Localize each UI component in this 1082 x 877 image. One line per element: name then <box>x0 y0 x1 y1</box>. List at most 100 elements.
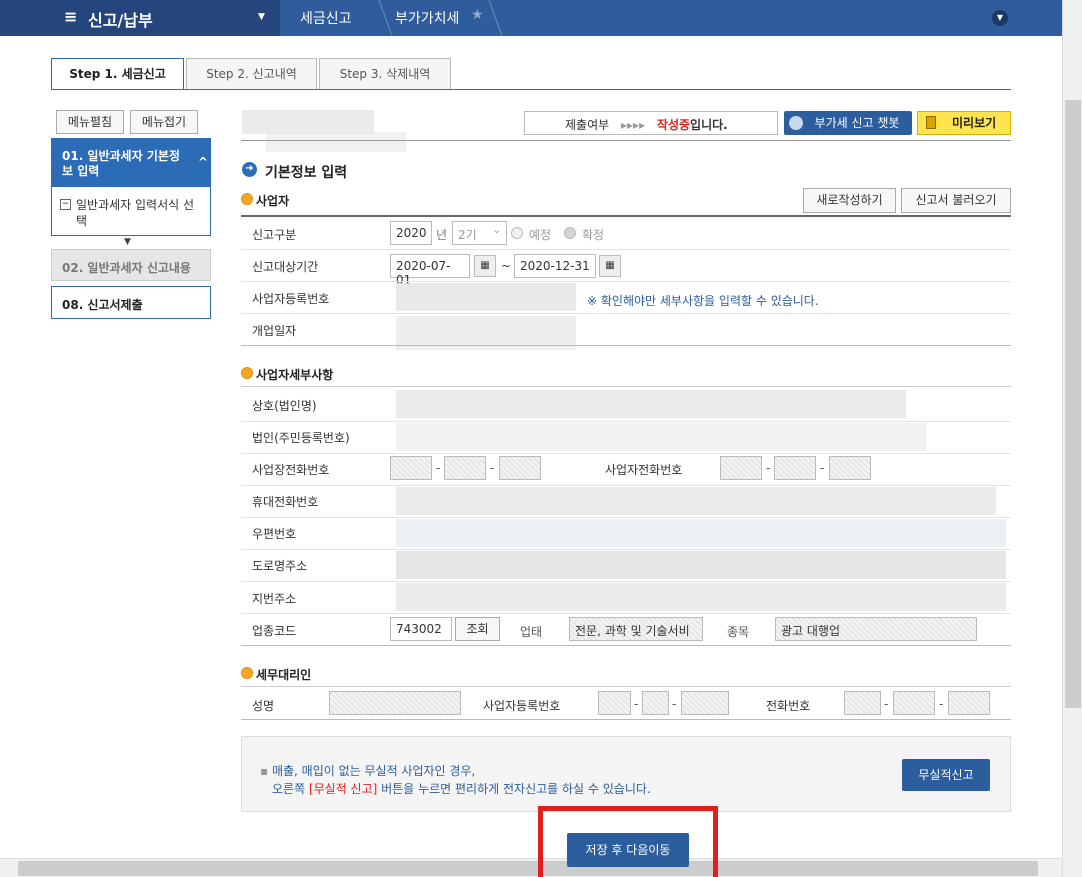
collapse-box-icon[interactable]: − <box>60 199 71 210</box>
label-open-date: 개업일자 <box>252 324 297 338</box>
expand-menu-button[interactable]: 메뉴펼침 <box>56 110 124 134</box>
biz-phone-3[interactable] <box>499 456 541 480</box>
blurred-zip <box>396 519 1006 547</box>
label-lot-address: 지번주소 <box>252 592 297 606</box>
row-divider <box>241 613 1011 614</box>
row-divider <box>241 421 1011 422</box>
tab-step1[interactable]: Step 1. 세금신고 <box>51 58 184 90</box>
start-date-input[interactable]: 2020-07-01 <box>390 254 470 287</box>
section-title-basic-info: 기본정보 입력 <box>265 165 348 181</box>
year-input[interactable]: 2020 <box>390 221 432 245</box>
preview-button[interactable]: 미리보기 <box>917 111 1011 135</box>
table-top-border <box>241 386 1011 387</box>
radio-expected[interactable] <box>511 227 523 239</box>
sidebar-item-submit[interactable]: 08. 신고서제출 <box>51 286 211 319</box>
row-divider <box>241 645 1011 646</box>
row-divider <box>241 581 1011 582</box>
load-report-button[interactable]: 신고서 불러오기 <box>901 188 1011 213</box>
sidebar-item-report-content[interactable]: 02. 일반과세자 신고내용 <box>51 249 211 281</box>
highlight-box <box>538 806 718 877</box>
nonactive-notice-box: ▪ 매출, 매입이 없는 무실적 사업자인 경우, 오른쪽 [무실적 신고] 버… <box>241 736 1011 812</box>
dash: - <box>939 697 944 711</box>
main-menu-label: 신고/납부 <box>88 11 153 30</box>
tab-step2[interactable]: Step 2. 신고내역 <box>186 58 317 90</box>
dash: - <box>672 697 677 711</box>
vertical-scrollbar[interactable] <box>1062 0 1082 877</box>
table-top-border <box>241 686 1011 687</box>
owner-phone-1[interactable] <box>720 456 762 480</box>
notice-text: ※ 확인해야만 세부사항을 입력할 수 있습니다. <box>587 294 819 308</box>
sidebar-item-basic-info[interactable]: 01. 일반과세자 기본정보 입력 <box>52 139 210 187</box>
owner-phone-3[interactable] <box>829 456 871 480</box>
blurred-company <box>396 390 906 418</box>
blurred-user-info <box>266 132 406 152</box>
vat-chatbot-button[interactable]: 부가세 신고 챗봇 <box>784 111 912 135</box>
scrollbar-thumb[interactable] <box>18 861 1038 876</box>
lookup-button[interactable]: 조회 <box>455 617 500 641</box>
section-tax-agent: 세무대리인 <box>256 668 312 682</box>
tab-step3[interactable]: Step 3. 삭제내역 <box>319 58 451 90</box>
period-select[interactable]: 2기 ⌄ <box>452 221 507 245</box>
agent-name-input[interactable] <box>329 691 461 715</box>
sector-field: 전문, 과학 및 기술서비 <box>569 617 703 641</box>
date-separator: ~ <box>501 259 512 273</box>
radio-confirmed[interactable] <box>564 227 576 239</box>
year-unit: 년 <box>436 228 448 242</box>
arrow-right-icon: ➜ <box>242 162 257 177</box>
chatbot-icon <box>789 116 803 130</box>
label-corp-id: 법인(주민등록번호) <box>252 431 350 445</box>
end-date-input[interactable]: 2020-12-31 <box>514 254 596 278</box>
row-divider <box>241 345 1011 346</box>
chevron-up-icon[interactable]: ^ <box>198 155 208 169</box>
horizontal-scrollbar[interactable] <box>0 858 1062 877</box>
scrollbar-thumb[interactable] <box>1065 100 1081 708</box>
dash: - <box>766 461 771 475</box>
breadcrumb-vat[interactable]: 부가가치세 <box>395 8 459 28</box>
breadcrumb-tax-report[interactable]: 세금신고 <box>300 8 352 28</box>
nonactive-report-button[interactable]: 무실적신고 <box>902 759 990 791</box>
owner-phone-2[interactable] <box>774 456 816 480</box>
main-menu-button[interactable]: ≡ 신고/납부 ▼ <box>0 0 280 36</box>
section-business-detail: 사업자세부사항 <box>256 368 334 382</box>
agent-regno-1[interactable] <box>598 691 631 715</box>
label-zip: 우편번호 <box>252 527 297 541</box>
blurred-regno <box>396 283 576 311</box>
label-business-regno: 사업자등록번호 <box>252 292 330 306</box>
row-divider <box>241 281 1011 282</box>
item-type-field: 광고 대행업 <box>775 617 977 641</box>
collapse-menu-button[interactable]: 메뉴접기 <box>130 110 198 134</box>
bullet-icon <box>241 367 253 379</box>
label-agent-name: 성명 <box>252 699 275 713</box>
label-agent-regno: 사업자등록번호 <box>483 699 561 713</box>
agent-phone-3[interactable] <box>948 691 990 715</box>
tab-divider <box>51 89 1011 90</box>
blurred-corp-id <box>396 423 926 451</box>
label-company: 상호(법인명) <box>252 399 317 413</box>
industry-code-input[interactable]: 743002 <box>390 617 452 641</box>
biz-phone-1[interactable] <box>390 456 432 480</box>
biz-phone-2[interactable] <box>444 456 486 480</box>
calendar-icon[interactable]: ▦ <box>474 255 496 277</box>
agent-phone-1[interactable] <box>844 691 881 715</box>
agent-regno-2[interactable] <box>642 691 669 715</box>
chevron-down-icon: ⌄ <box>492 225 501 236</box>
status-label: 제출여부 <box>565 118 610 132</box>
chevron-down-icon[interactable]: ▼ <box>992 10 1008 26</box>
row-divider <box>241 453 1011 454</box>
submission-status: 제출여부 ▸▸▸▸ 작성중입니다. <box>524 111 778 135</box>
label-report-type: 신고구분 <box>252 228 297 242</box>
agent-phone-2[interactable] <box>893 691 935 715</box>
top-nav-bar: ≡ 신고/납부 ▼ 세금신고 부가가치세 ★ ▼ <box>0 0 1062 36</box>
calendar-icon[interactable]: ▦ <box>599 255 621 277</box>
dash: - <box>820 461 825 475</box>
blurred-user-info <box>242 110 374 134</box>
label-biz-phone: 사업장전화번호 <box>252 463 330 477</box>
sidebar-subitem-form-select[interactable]: 일반과세자 입력서식 선택 <box>76 197 196 229</box>
star-icon[interactable]: ★ <box>471 7 484 23</box>
agent-regno-3[interactable] <box>681 691 729 715</box>
blurred-lot-address <box>396 583 1006 611</box>
notice-line-2: 오른쪽 [무실적 신고] 버튼을 누르면 편리하게 전자신고를 하실 수 있습니… <box>272 782 651 796</box>
dash: - <box>436 461 441 475</box>
row-divider <box>241 517 1011 518</box>
new-write-button[interactable]: 새로작성하기 <box>803 188 896 213</box>
